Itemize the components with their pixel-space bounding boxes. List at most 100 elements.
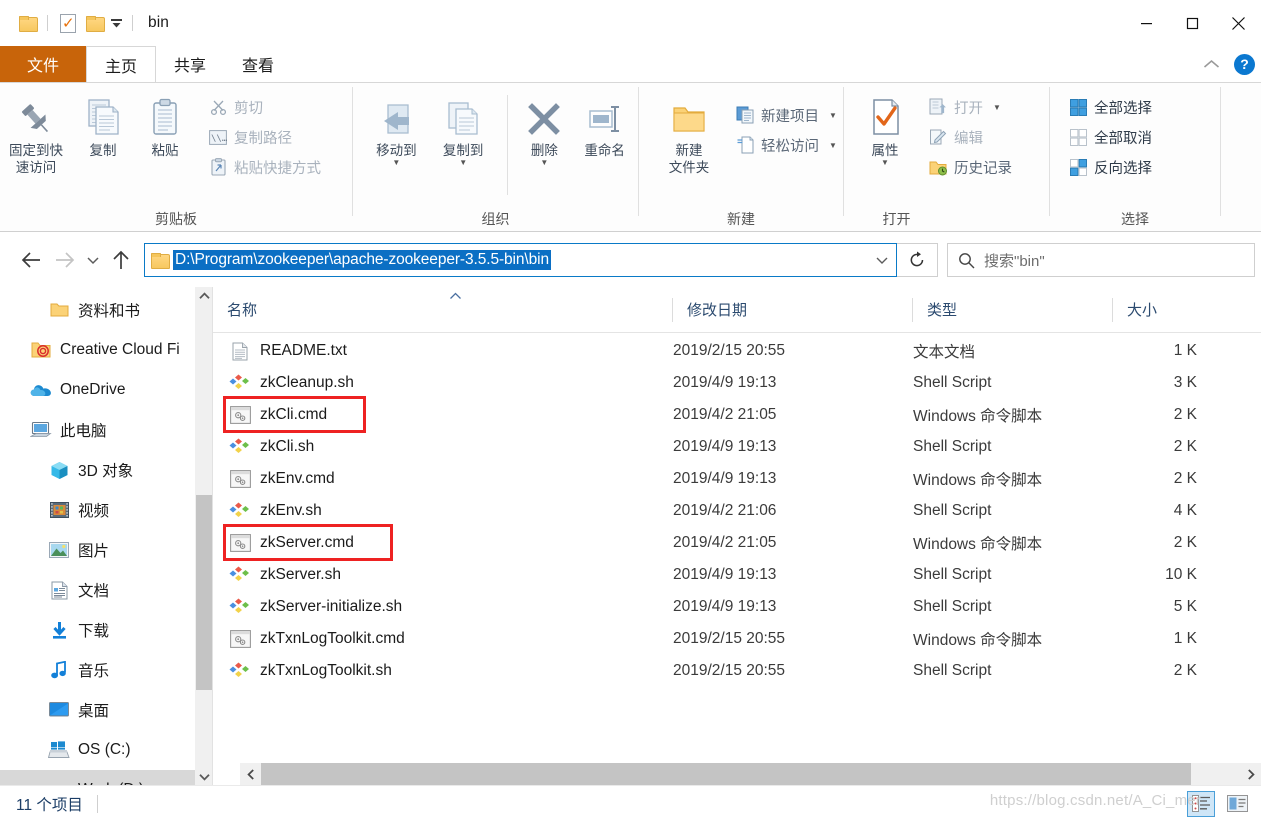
table-row[interactable]: zkCli.cmd 2019/4/2 21:05 Windows 命令脚本 2 K [213, 399, 1261, 431]
paste-button[interactable]: 粘贴 [134, 91, 196, 159]
navigation-scrollbar[interactable] [195, 287, 212, 785]
cell-name[interactable]: zkCli.sh [213, 438, 673, 457]
column-header-name[interactable]: 名称 [213, 287, 673, 333]
new-item-button[interactable]: 新建项目 ▼ [731, 101, 841, 129]
cell-name[interactable]: zkTxnLogToolkit.cmd [213, 630, 673, 648]
table-row[interactable]: zkTxnLogToolkit.cmd 2019/2/15 20:55 Window… [213, 623, 1261, 655]
cut-button[interactable]: 剪切 [204, 93, 325, 121]
table-row[interactable]: zkServer.cmd 2019/4/2 21:05 Windows 命令脚本 2 … [213, 527, 1261, 559]
delete-label: 删除 [530, 143, 558, 158]
search-input[interactable]: 搜索"bin" [947, 243, 1255, 277]
sidebar-item-2[interactable]: OneDrive [0, 370, 212, 410]
properties-button[interactable]: 属性 ▼ [856, 91, 914, 167]
tab-file[interactable]: 文件 [0, 46, 86, 82]
properties-check-icon[interactable]: ✓ [55, 10, 81, 36]
cell-name[interactable]: zkServer.cmd [213, 534, 673, 552]
recent-locations-chevron-down-icon[interactable] [82, 243, 104, 277]
forward-arrow-right-icon[interactable] [48, 243, 82, 277]
column-header-size[interactable]: 大小 [1113, 287, 1223, 333]
edit-button[interactable]: 编辑 [924, 123, 1016, 151]
table-row[interactable]: zkEnv.cmd 2019/4/9 19:13 Windows 命令脚本 2 K [213, 463, 1261, 495]
chevron-down-icon[interactable]: ▼ [993, 103, 1001, 111]
horizontal-scrollbar-thumb[interactable] [261, 763, 1191, 785]
address-input[interactable]: D:\Program\zookeeper\apache-zookeeper-3.… [144, 243, 897, 277]
cell-name[interactable]: README.txt [213, 342, 673, 361]
table-row[interactable]: zkServer-initialize.sh 2019/4/9 19:13 Shel… [213, 591, 1261, 623]
select-all-button[interactable]: 全部选择 [1064, 93, 1156, 121]
address-path-text[interactable]: D:\Program\zookeeper\apache-zookeeper-3.… [173, 250, 552, 270]
table-row[interactable]: zkTxnLogToolkit.sh 2019/2/15 20:55 Shell S… [213, 655, 1261, 687]
shell-script-icon [227, 662, 253, 681]
tab-view[interactable]: 查看 [224, 46, 292, 82]
sidebar-item-4[interactable]: 3D 对象 [0, 450, 212, 490]
details-view-icon[interactable] [1187, 790, 1215, 817]
sidebar-item-3[interactable]: 此电脑 [0, 410, 212, 450]
up-arrow-up-icon[interactable] [104, 243, 138, 277]
maximize-icon[interactable] [1169, 0, 1215, 46]
cell-name[interactable]: zkTxnLogToolkit.sh [213, 662, 673, 681]
rename-button[interactable]: 重命名 [571, 91, 638, 159]
refresh-icon[interactable] [897, 243, 938, 277]
back-arrow-left-icon[interactable] [14, 243, 48, 277]
table-row[interactable]: zkEnv.sh 2019/4/2 21:06 Shell Script 4 K [213, 495, 1261, 527]
chevron-down-icon[interactable]: ▼ [540, 159, 548, 167]
chevron-down-icon[interactable]: ▼ [392, 159, 400, 167]
close-icon[interactable] [1215, 0, 1261, 46]
paste-shortcut-button[interactable]: 粘贴快捷方式 [204, 153, 325, 181]
sidebar-item-12[interactable]: Work (D:) [0, 770, 212, 785]
scissors-icon [208, 97, 228, 117]
sidebar-item-7[interactable]: 文档 [0, 570, 212, 610]
minimize-icon[interactable] [1123, 0, 1169, 46]
copy-to-button[interactable]: 复制到 ▼ [430, 91, 497, 167]
chevron-down-icon[interactable]: ▼ [881, 159, 889, 167]
new-folder-button[interactable]: 新建 文件夹 [653, 91, 725, 176]
copy-button[interactable]: 复制 [72, 91, 134, 159]
pin-to-quick-access-button[interactable]: 固定到快 速访问 [0, 91, 72, 176]
table-row[interactable]: zkCleanup.sh 2019/4/9 19:13 Shell Script 3 … [213, 367, 1261, 399]
sidebar-item-1[interactable]: Creative Cloud Fi [0, 330, 212, 370]
address-dropdown-chevron-down-icon[interactable] [868, 244, 896, 276]
tab-share[interactable]: 共享 [156, 46, 224, 82]
open-button[interactable]: 打开 ▼ [924, 93, 1016, 121]
scroll-up-chevron-up-icon[interactable] [196, 287, 212, 304]
chevron-down-icon[interactable]: ▼ [829, 111, 837, 119]
copy-path-button[interactable]: \\… 复制路径 [204, 123, 325, 151]
cell-name[interactable]: zkEnv.cmd [213, 470, 673, 488]
delete-button[interactable]: 删除 ▼ [517, 91, 571, 167]
scroll-right-chevron-right-icon[interactable] [1240, 763, 1261, 785]
move-to-button[interactable]: 移动到 ▼ [363, 91, 430, 167]
table-row[interactable]: zkServer.sh 2019/4/9 19:13 Shell Script 10 … [213, 559, 1261, 591]
cell-name[interactable]: zkCleanup.sh [213, 374, 673, 393]
chevron-down-icon[interactable]: ▼ [459, 159, 467, 167]
scroll-down-chevron-down-icon[interactable] [196, 768, 212, 785]
history-button[interactable]: 历史记录 [924, 153, 1016, 181]
sidebar-item-9[interactable]: 音乐 [0, 650, 212, 690]
large-icons-view-icon[interactable] [1223, 791, 1251, 817]
chevron-down-icon[interactable]: ▼ [829, 141, 837, 149]
cell-name[interactable]: zkServer-initialize.sh [213, 598, 673, 617]
sidebar-item-8[interactable]: 下载 [0, 610, 212, 650]
table-row[interactable]: README.txt 2019/2/15 20:55 文本文档 1 K [213, 335, 1261, 367]
select-none-button[interactable]: 全部取消 [1064, 123, 1156, 151]
cell-name[interactable]: zkServer.sh [213, 566, 673, 585]
easy-access-button[interactable]: 轻松访问 ▼ [731, 131, 841, 159]
tab-home[interactable]: 主页 [86, 46, 157, 82]
horizontal-scrollbar[interactable] [240, 763, 1261, 785]
customize-quick-access-chevron-down-icon[interactable] [107, 10, 125, 36]
cell-name[interactable]: zkEnv.sh [213, 502, 673, 521]
scroll-left-chevron-left-icon[interactable] [240, 763, 261, 785]
sidebar-item-10[interactable]: 桌面 [0, 690, 212, 730]
new-folder-icon[interactable] [81, 10, 107, 36]
cell-name[interactable]: zkCli.cmd [213, 406, 673, 424]
column-header-date[interactable]: 修改日期 [673, 287, 913, 333]
collapse-ribbon-chevron-up-icon[interactable] [1199, 56, 1224, 73]
navigation-scrollbar-thumb[interactable] [196, 495, 212, 690]
sidebar-item-5[interactable]: 视频 [0, 490, 212, 530]
table-row[interactable]: zkCli.sh 2019/4/9 19:13 Shell Script 2 K [213, 431, 1261, 463]
sidebar-item-6[interactable]: 图片 [0, 530, 212, 570]
sidebar-item-0[interactable]: 资料和书 [0, 290, 212, 330]
column-header-type[interactable]: 类型 [913, 287, 1113, 333]
invert-selection-button[interactable]: 反向选择 [1064, 153, 1156, 181]
sidebar-item-11[interactable]: OS (C:) [0, 730, 212, 770]
help-icon[interactable]: ? [1234, 53, 1255, 75]
